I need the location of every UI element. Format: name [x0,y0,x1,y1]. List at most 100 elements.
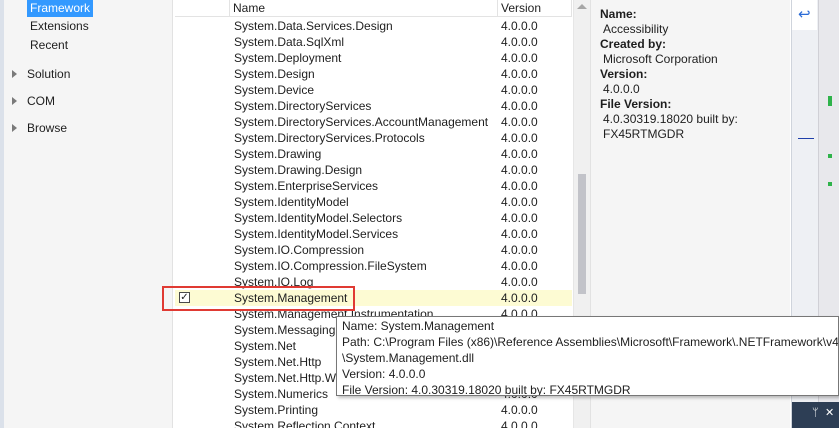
table-row[interactable]: System.Device 4.0.0.0 [175,82,572,98]
table-row[interactable]: System.Drawing 4.0.0.0 [175,146,572,162]
details-created-by-label: Created by: [600,37,667,51]
tooltip-line: Name: System.Management [342,319,495,333]
assembly-version: 4.0.0.0 [501,259,538,273]
table-row[interactable]: System.IO.Compression 4.0.0.0 [175,242,572,258]
assembly-tooltip: Name: System.Management Path: C:\Program… [336,316,839,396]
table-row[interactable]: System.Drawing.Design 4.0.0.0 [175,162,572,178]
table-row[interactable]: System.Data.Services.Design 4.0.0.0 [175,18,572,34]
assembly-name: System.IdentityModel.Services [234,227,399,241]
assembly-version: 4.0.0.0 [501,131,538,145]
column-header-name[interactable]: Name [230,0,498,17]
scroll-thumb[interactable] [578,174,586,294]
expand-arrow-icon[interactable] [12,97,17,105]
pin-icon[interactable]: ᛘ [812,408,819,419]
table-row[interactable]: System.IdentityModel.Services 4.0.0.0 [175,226,572,242]
assembly-name: System.Deployment [234,51,342,65]
close-icon[interactable]: ✕ [825,408,834,419]
assembly-name: System.IdentityModel [234,195,349,209]
nav-item-recent[interactable]: Recent [27,37,71,54]
table-row[interactable]: System.Deployment 4.0.0.0 [175,50,572,66]
scroll-up-arrow-icon[interactable] [577,4,587,9]
nav-item-label: Recent [30,38,69,52]
tooltip-line: Version: 4.0.0.0 [342,367,426,381]
assembly-version: 4.0.0.0 [501,275,538,289]
nav-item-label: COM [27,94,55,108]
assembly-name: System.DirectoryServices.Protocols [234,131,425,145]
assembly-name: System.Numerics [234,387,329,401]
table-row[interactable]: System.IdentityModel 4.0.0.0 [175,194,572,210]
column-header-version[interactable]: Version [498,0,572,17]
change-marker [828,154,832,158]
tooltip-line: Path: C:\Program Files (x86)\Reference A… [342,335,839,349]
table-row[interactable]: System.Data.SqlXml 4.0.0.0 [175,34,572,50]
assembly-version: 4.0.0.0 [501,211,538,225]
table-row[interactable]: System.IO.Log 4.0.0.0 [175,274,572,290]
table-row[interactable]: System.DirectoryServices.AccountManageme… [175,114,572,130]
table-row[interactable]: System.DirectoryServices 4.0.0.0 [175,98,572,114]
assembly-version: 4.0.0.0 [501,179,538,193]
assembly-name: System.DirectoryServices.AccountManageme… [234,115,489,129]
assembly-version: 4.0.0.0 [501,83,538,97]
expand-arrow-icon[interactable] [12,70,17,78]
assembly-version: 4.0.0.0 [501,147,538,161]
details-name-value: Accessibility [603,22,669,36]
editor-top-area: ↩ [792,0,817,30]
assembly-name: System.IO.Compression.FileSystem [234,259,427,273]
assembly-name: System.IO.Compression [234,243,365,257]
details-file-version-build: FX45RTMGDR [603,127,685,141]
table-row[interactable]: System.IO.Compression.FileSystem 4.0.0.0 [175,258,572,274]
assembly-version: 4.0.0.0 [501,35,538,49]
nav-item-solution[interactable]: Solution [4,66,164,83]
assembly-version: 4.0.0.0 [501,99,538,113]
table-row[interactable]: System.DirectoryServices.Protocols 4.0.0.… [175,130,572,146]
assembly-name: System.Reflection.Context [234,419,376,428]
assembly-version: 4.0.0.0 [501,243,538,257]
table-row[interactable]: System.Reflection.Context 4.0.0.0 [175,418,572,428]
nav-item-extensions[interactable]: Extensions [27,18,92,35]
assembly-version: 4.0.0.0 [501,403,538,417]
assembly-name: System.IdentityModel.Selectors [234,211,403,225]
editor-bottom-tab: ᛘ ✕ [792,402,839,428]
assembly-version: 4.0.0.0 [501,163,538,177]
assembly-name: System.Design [234,67,315,81]
assembly-version: 4.0.0.0 [501,419,538,428]
assembly-version: 4.0.0.0 [501,227,538,241]
assembly-name: System.DirectoryServices [234,99,372,113]
table-row[interactable]: System.IdentityModel.Selectors 4.0.0.0 [175,210,572,226]
assembly-version: 4.0.0.0 [501,291,538,305]
change-marker [828,182,832,186]
assembly-name: System.Net.Http [234,355,322,369]
table-row[interactable]: ✓ System.Management 4.0.0.0 [175,290,572,306]
table-row[interactable]: System.Printing 4.0.0.0 [175,402,572,418]
column-header-checkbox[interactable] [175,0,230,17]
assembly-name: System.Data.SqlXml [234,35,345,49]
nav-item-label: Framework [27,0,94,17]
assembly-name: System.Drawing.Design [234,163,363,177]
tooltip-line: \System.Management.dll [342,351,475,365]
nav-item-browse[interactable]: Browse [4,120,164,137]
nav-item-label: Browse [27,121,68,135]
nav-item-com[interactable]: COM [4,93,164,110]
assembly-name: System.IO.Log [234,275,314,289]
nav-item-label: Extensions [30,19,89,33]
return-arrow-icon[interactable]: ↩ [798,7,811,22]
assembly-name: System.Data.Services.Design [234,19,393,33]
table-row[interactable]: System.EnterpriseServices 4.0.0.0 [175,178,572,194]
details-name-label: Name: [600,7,637,21]
details-version-value: 4.0.0.0 [603,82,640,96]
assembly-version: 4.0.0.0 [501,19,538,33]
nav-item-label: Solution [27,67,71,81]
change-marker [828,96,832,106]
assembly-name: System.Drawing [234,147,322,161]
assembly-name: System.Device [234,83,315,97]
assembly-version: 4.0.0.0 [501,51,538,65]
table-row[interactable]: System.Design 4.0.0.0 [175,66,572,82]
editor-marker-line [798,138,814,139]
assembly-version: 4.0.0.0 [501,67,538,81]
details-file-version-value: 4.0.30319.18020 built by: [603,112,738,126]
assembly-name: System.Net [234,339,297,353]
expand-arrow-icon[interactable] [12,124,17,132]
nav-item-framework[interactable]: Framework [27,0,94,17]
reference-checkbox[interactable]: ✓ [179,292,190,303]
assembly-version: 4.0.0.0 [501,115,538,129]
